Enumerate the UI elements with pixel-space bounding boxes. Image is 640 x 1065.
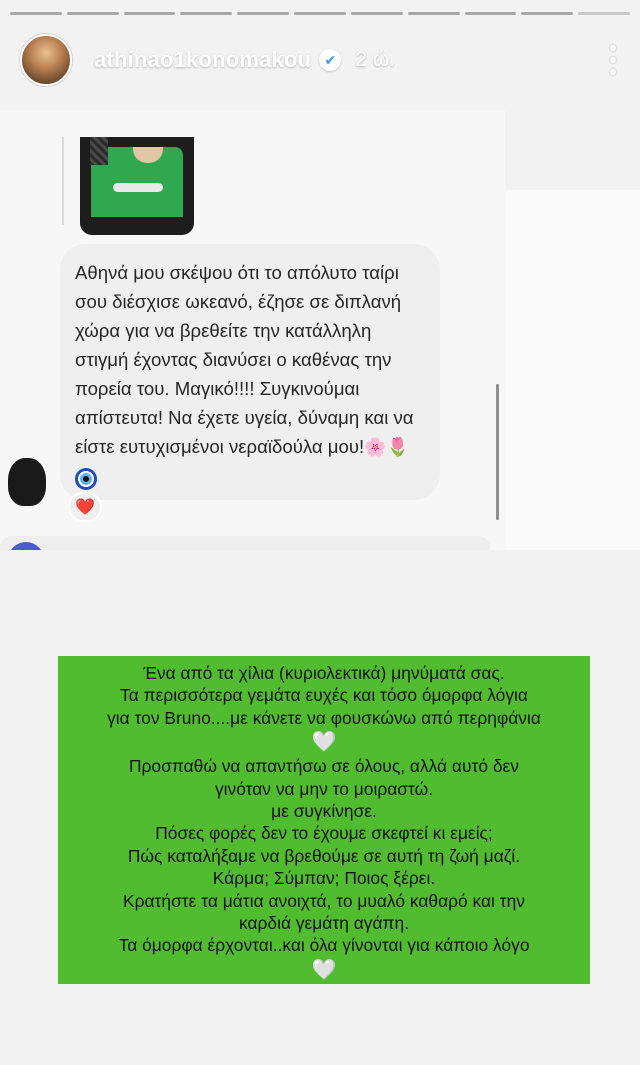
note-line: Κάρμα; Σύμπαν; Ποιος ξέρει. xyxy=(212,868,436,889)
note-line: Τα περισσότερα γεμάτα ευχές και τόσο όμο… xyxy=(120,685,528,706)
composer-avatar xyxy=(8,542,44,550)
more-vertical-icon[interactable] xyxy=(606,45,620,75)
note-line: Τα όμορφα έρχονται..και όλα γίνονται για… xyxy=(118,935,530,956)
progress-segment xyxy=(66,12,119,15)
verified-badge-icon: ✔ xyxy=(319,49,342,71)
reply-thread-line xyxy=(62,137,64,225)
shared-post-thumbnail xyxy=(80,137,194,235)
note-line: Πώς καταλήξαμε να βρεθούμε σε αυτή τη ζω… xyxy=(127,845,521,866)
message-composer xyxy=(0,536,490,550)
white-heart-icon: 🤍 xyxy=(311,958,337,981)
note-line: Κρατήστε τα μάτια ανοιχτά, το μυαλό καθα… xyxy=(122,890,525,911)
scrollbar xyxy=(496,384,499,520)
progress-segment xyxy=(407,12,460,15)
progress-segment xyxy=(464,12,517,15)
story-text-card: Ένα από τα χίλια (κυριολεκτικά) μηνύματά… xyxy=(58,656,590,984)
story-progress-bar xyxy=(10,12,630,15)
thumbnail-search-pill xyxy=(113,183,163,192)
note-line: καρδιά γεμάτη αγάπη. xyxy=(238,913,410,934)
story-header: athinao1konomakou ✔ 2 ώ. xyxy=(20,34,620,86)
progress-segment xyxy=(294,12,346,15)
progress-segment xyxy=(123,12,176,15)
thumbnail-hair xyxy=(90,137,108,165)
message-text: Αθηνά μου σκέψου ότι το απόλυτο ταίρι σο… xyxy=(75,262,414,457)
white-heart-icon: 🤍 xyxy=(311,731,337,754)
heart-reaction-icon: ❤️ xyxy=(68,492,102,522)
progress-segment xyxy=(237,12,290,15)
evil-eye-icon xyxy=(75,468,97,491)
profile-avatar[interactable] xyxy=(20,34,72,86)
note-line: για τον Bruno....με κάνετε να φουσκώνω α… xyxy=(107,707,541,728)
flower-emojis: 🌸🌷 xyxy=(364,437,410,457)
note-line: γινόταν να μην το μοιραστώ. xyxy=(214,778,434,799)
note-line: Προσπαθώ να απαντήσω σε όλους, αλλά αυτό… xyxy=(128,756,519,777)
progress-segment xyxy=(521,12,574,15)
post-time: 2 ώ. xyxy=(355,48,396,71)
note-line: με συγκίνησε. xyxy=(271,801,377,822)
progress-segment xyxy=(350,12,403,15)
progress-segment xyxy=(180,12,233,15)
dm-screenshot-edge xyxy=(505,190,640,550)
progress-segment xyxy=(10,12,62,15)
username[interactable]: athinao1konomakou xyxy=(94,47,311,73)
message-bubble: Αθηνά μου σκέψου ότι το απόλυτο ταίρι σο… xyxy=(60,244,440,500)
note-line: Πόσες φορές δεν το έχουμε σκεφτεί κι εμε… xyxy=(155,823,493,844)
note-line: Ένα από τα χίλια (κυριολεκτικά) μηνύματά… xyxy=(143,663,505,683)
sender-avatar xyxy=(8,458,46,506)
progress-segment-current xyxy=(578,12,630,15)
